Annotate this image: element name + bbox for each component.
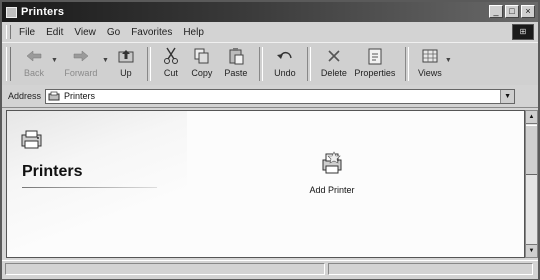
add-printer-item[interactable]: Add Printer	[302, 151, 362, 195]
vertical-scrollbar[interactable]: ▲ ▼	[525, 110, 538, 258]
menu-edit[interactable]: Edit	[46, 27, 63, 38]
add-printer-icon	[320, 151, 344, 181]
panel-title: Printers	[22, 163, 83, 180]
paste-button[interactable]: Paste	[219, 46, 253, 78]
toolbar-separator	[404, 47, 409, 81]
back-dropdown-icon[interactable]: ▼	[51, 57, 58, 64]
status-bar	[2, 260, 538, 279]
forward-label: Forward	[64, 68, 98, 78]
cut-button[interactable]: Cut	[157, 46, 185, 78]
maximize-icon[interactable]: □	[505, 5, 519, 18]
address-dropdown-icon[interactable]: ▼	[500, 89, 515, 103]
status-pane-zone	[328, 263, 533, 275]
views-grid-icon	[422, 46, 438, 66]
properties-label: Properties	[354, 68, 396, 78]
explorer-window: Printers _ □ × File Edit View Go Favorit…	[0, 0, 540, 280]
back-label: Back	[23, 68, 44, 78]
toolbar-separator	[146, 47, 151, 81]
undo-button[interactable]: Undo	[269, 46, 301, 78]
minimize-icon[interactable]: _	[489, 5, 503, 18]
web-view-panel: Printers	[7, 111, 187, 257]
menu-favorites[interactable]: Favorites	[131, 27, 172, 38]
menu-file[interactable]: File	[19, 27, 35, 38]
window-controls: _ □ ×	[489, 5, 535, 18]
menu-view[interactable]: View	[74, 27, 96, 38]
window-title: Printers	[21, 6, 65, 18]
address-bar: Address Printers ▼	[2, 85, 538, 108]
scroll-down-icon[interactable]: ▼	[526, 244, 537, 257]
properties-button[interactable]: Properties	[351, 46, 399, 78]
up-folder-icon	[117, 46, 135, 66]
back-button[interactable]: Back	[17, 46, 51, 78]
up-label: Up	[120, 68, 132, 78]
add-printer-label: Add Printer	[309, 185, 355, 195]
undo-icon	[276, 46, 294, 66]
address-field[interactable]: Printers ▼	[45, 88, 516, 104]
menu-help[interactable]: Help	[183, 27, 204, 38]
forward-button[interactable]: Forward	[60, 46, 102, 78]
toolbar-grip[interactable]	[6, 47, 11, 81]
paste-label: Paste	[224, 68, 248, 78]
delete-x-icon	[326, 46, 342, 66]
copy-label: Copy	[191, 68, 213, 78]
address-label: Address	[8, 91, 42, 101]
forward-arrow-icon	[72, 46, 90, 66]
up-button[interactable]: Up	[111, 46, 141, 78]
toolbar-separator	[306, 47, 311, 81]
menu-go[interactable]: Go	[107, 27, 120, 38]
views-dropdown-icon[interactable]: ▼	[445, 57, 452, 64]
paste-icon	[228, 46, 244, 66]
address-value: Printers	[64, 91, 96, 101]
delete-label: Delete	[320, 68, 347, 78]
toolbar-separator	[258, 47, 263, 81]
copy-icon	[194, 46, 210, 66]
copy-button[interactable]: Copy	[185, 46, 219, 78]
status-pane	[5, 263, 325, 275]
menu-bar: File Edit View Go Favorites Help ⊞	[2, 22, 538, 42]
scroll-thumb[interactable]	[526, 125, 537, 175]
properties-icon	[367, 46, 383, 66]
delete-button[interactable]: Delete	[317, 46, 351, 78]
close-icon[interactable]: ×	[521, 5, 535, 18]
title-bar[interactable]: Printers _ □ ×	[2, 2, 538, 22]
undo-label: Undo	[274, 68, 296, 78]
menu-grip[interactable]	[6, 25, 11, 39]
printers-address-icon	[48, 91, 60, 102]
windows-flag-icon: ⊞	[512, 24, 534, 40]
printer-folder-icon	[21, 129, 43, 156]
back-arrow-icon	[25, 46, 43, 66]
standard-toolbar: Back ▼ Forward ▼ Up Cut Copy Paste Undo …	[2, 42, 538, 86]
app-icon	[6, 6, 17, 18]
views-button[interactable]: Views	[415, 46, 445, 78]
cut-label: Cut	[163, 68, 178, 78]
views-label: Views	[417, 68, 442, 78]
panel-divider	[22, 187, 157, 188]
forward-dropdown-icon[interactable]: ▼	[102, 57, 109, 64]
scroll-up-icon[interactable]: ▲	[526, 111, 537, 124]
folder-view: Printers Add Printer	[6, 110, 525, 258]
scissors-icon	[163, 46, 179, 66]
